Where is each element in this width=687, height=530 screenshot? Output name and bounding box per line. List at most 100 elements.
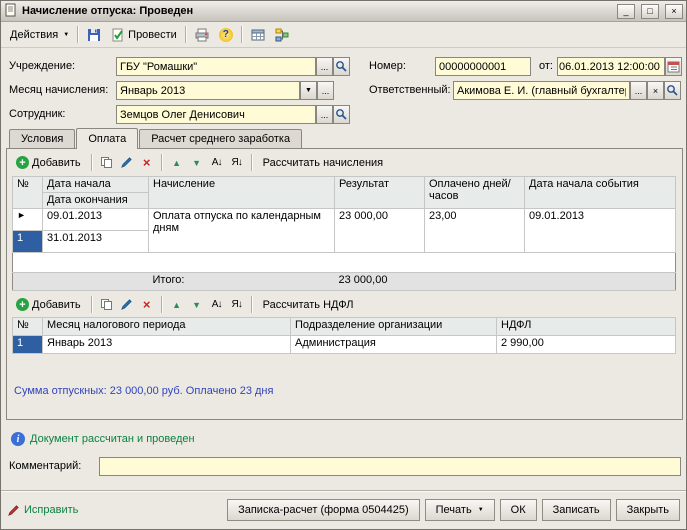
month-select-button[interactable]: ... (317, 81, 334, 100)
structure-icon (275, 28, 289, 42)
ndfl-edit-button[interactable] (118, 296, 136, 314)
ndfl-add-button[interactable]: + Добавить (11, 294, 86, 315)
comment-input[interactable] (99, 457, 681, 476)
toolbar-separator (251, 154, 253, 171)
add-icon: + (16, 156, 29, 169)
toolbar-separator (185, 26, 187, 43)
status-text: Документ рассчитан и проведен (30, 433, 195, 445)
month-label: Месяц начисления: (9, 84, 108, 96)
vacation-summary-text: Сумма отпускных: 23 000,00 руб. Оплачено… (14, 385, 273, 397)
responsible-select-button[interactable]: ... (630, 81, 647, 100)
column-header: НДФЛ (497, 318, 676, 336)
pencil-icon (120, 156, 133, 169)
accruals-move-up-button[interactable]: ▲ (168, 154, 186, 172)
ndfl-sort-asc-button[interactable]: А↓ (208, 296, 226, 314)
row-marker-icon: ► (13, 209, 43, 231)
calculate-ndfl-button[interactable]: Рассчитать НДФЛ (258, 294, 359, 315)
titlebar: Начисление отпуска: Проведен _ □ × (1, 1, 686, 22)
responsible-input[interactable] (453, 81, 630, 100)
toolbar-separator (241, 26, 243, 43)
accruals-add-button[interactable]: + Добавить (11, 152, 86, 173)
institution-open-button[interactable] (333, 57, 350, 76)
ndfl-table: № Месяц налогового периода Подразделение… (12, 317, 676, 354)
ok-button[interactable]: ОК (500, 499, 537, 521)
post-label: Провести (128, 29, 177, 41)
end-date-cell[interactable]: 31.01.2013 (43, 231, 149, 253)
table-row: 1 Январь 2013 Администрация 2 990,00 (13, 336, 676, 354)
accruals-sort-desc-button[interactable]: Я↓ (228, 154, 246, 172)
accruals-move-down-button[interactable]: ▼ (188, 154, 206, 172)
ndfl-copy-button[interactable] (98, 296, 116, 314)
institution-select-button[interactable]: ... (316, 57, 333, 76)
month-input[interactable] (116, 81, 300, 100)
magnifier-icon (666, 84, 679, 97)
window-title: Начисление отпуска: Проведен (22, 5, 611, 17)
minimize-button[interactable]: _ (617, 4, 635, 19)
accruals-sort-asc-button[interactable]: А↓ (208, 154, 226, 172)
report-button[interactable]: Записка-расчет (форма 0504425) (227, 499, 420, 521)
month-dropdown-button[interactable]: ▼ (300, 81, 317, 100)
start-date-cell[interactable]: 09.01.2013 (43, 209, 149, 231)
employee-select-button[interactable]: ... (316, 105, 333, 124)
print-icon-button[interactable] (190, 24, 214, 45)
window-close-button[interactable]: × (665, 4, 683, 19)
table-row: ► 09.01.2013 Оплата отпуска по календарн… (13, 209, 676, 231)
dropdown-icon: ▼ (478, 507, 484, 513)
accruals-edit-button[interactable] (118, 154, 136, 172)
result-cell[interactable]: 23 000,00 (335, 209, 425, 253)
employee-label: Сотрудник: (9, 108, 66, 120)
totals-row: Итого: 23 000,00 (13, 273, 676, 291)
actions-button[interactable]: Действия ▼ (5, 24, 74, 45)
number-input[interactable] (435, 57, 531, 76)
table-icon (251, 28, 265, 42)
date-calendar-button[interactable] (665, 57, 682, 76)
paid-days-cell[interactable]: 23,00 (425, 209, 525, 253)
ndfl-delete-button[interactable]: × (138, 296, 156, 314)
ndfl-sort-desc-button[interactable]: Я↓ (228, 296, 246, 314)
fix-button[interactable]: Исправить (7, 504, 78, 517)
tab-payment[interactable]: Оплата (76, 128, 138, 149)
toolbar-separator (91, 154, 93, 171)
help-button[interactable]: ? (214, 24, 238, 45)
comment-label: Комментарий: (9, 460, 81, 472)
responsible-clear-button[interactable]: × (647, 81, 664, 100)
save-button[interactable]: Записать (542, 499, 611, 521)
column-header: № (13, 318, 43, 336)
journal-icon-button[interactable] (246, 24, 270, 45)
employee-open-button[interactable] (333, 105, 350, 124)
structure-icon-button[interactable] (270, 24, 294, 45)
accruals-delete-button[interactable]: × (138, 154, 156, 172)
toolbar-separator (91, 296, 93, 313)
number-label: Номер: (369, 60, 406, 72)
ndfl-move-down-button[interactable]: ▼ (188, 296, 206, 314)
event-date-cell[interactable]: 09.01.2013 (525, 209, 676, 253)
column-header: Месяц налогового периода (43, 318, 291, 336)
info-icon: i (11, 432, 25, 446)
row-number-cell[interactable]: 1 (13, 231, 43, 253)
date-input[interactable] (557, 57, 665, 76)
actions-label: Действия (10, 29, 58, 41)
add-label: Добавить (32, 299, 81, 311)
employee-input[interactable] (116, 105, 316, 124)
footer-bar: Исправить Записка-расчет (форма 0504425)… (1, 490, 686, 529)
tax-month-cell[interactable]: Январь 2013 (43, 336, 291, 354)
accruals-copy-button[interactable] (98, 154, 116, 172)
column-header: Дата начала (43, 177, 149, 193)
close-button[interactable]: Закрыть (616, 499, 680, 521)
tab-conditions[interactable]: Условия (9, 129, 75, 148)
column-header: Результат (335, 177, 425, 209)
tab-average-earnings[interactable]: Расчет среднего заработка (139, 129, 302, 148)
ndfl-amount-cell[interactable]: 2 990,00 (497, 336, 676, 354)
post-button[interactable]: Провести (106, 24, 182, 45)
total-label: Итого: (149, 273, 335, 291)
calculate-accruals-button[interactable]: Рассчитать начисления (258, 152, 389, 173)
department-cell[interactable]: Администрация (291, 336, 497, 354)
ndfl-move-up-button[interactable]: ▲ (168, 296, 186, 314)
row-number-cell[interactable]: 1 (13, 336, 43, 354)
maximize-button[interactable]: □ (641, 4, 659, 19)
save-icon-button[interactable] (82, 24, 106, 45)
institution-input[interactable] (116, 57, 316, 76)
print-button[interactable]: Печать ▼ (425, 499, 495, 521)
accrual-cell[interactable]: Оплата отпуска по календарным дням (149, 209, 335, 253)
responsible-open-button[interactable] (664, 81, 681, 100)
